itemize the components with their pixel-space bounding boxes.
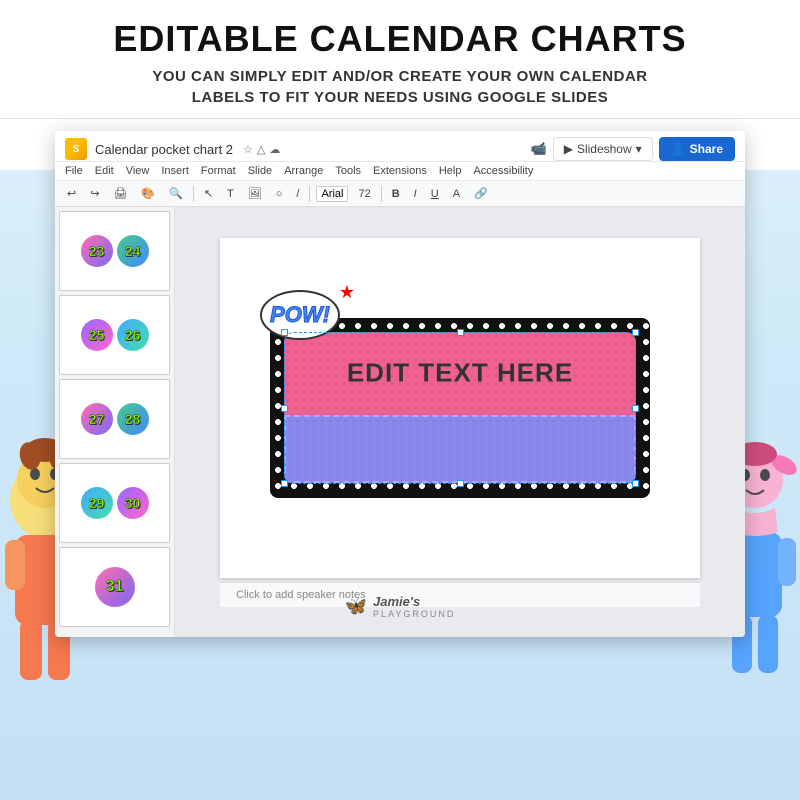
toolbar-image[interactable]: 🖼 <box>244 185 266 202</box>
logo-name: Jamie's <box>373 594 455 609</box>
menu-tools[interactable]: Tools <box>335 165 361 177</box>
menu-arrange[interactable]: Arrange <box>284 165 323 177</box>
circle-24: 24 <box>117 235 149 267</box>
logo-area: 🦋 Jamie's PLAYGROUND <box>345 594 456 619</box>
toolbar-link[interactable]: 🔗 <box>470 185 492 202</box>
circle-27: 27 <box>81 403 113 435</box>
circle-26: 26 <box>117 319 149 351</box>
drive-icon: △ <box>257 143 265 156</box>
card-bottom-half <box>284 415 636 483</box>
circles-4: 29 30 <box>81 487 149 519</box>
toolbar-italic[interactable]: I <box>410 186 421 202</box>
slideshow-label: Slideshow <box>577 142 632 156</box>
meet-icon[interactable]: 📹 <box>531 141 547 157</box>
slide-thumb-4[interactable]: 64 29 30 <box>59 463 170 543</box>
toolbar-bold[interactable]: B <box>388 186 404 202</box>
sep3 <box>381 186 382 202</box>
circle-30: 30 <box>117 487 149 519</box>
slide-thumb-2[interactable]: 62 25 26 <box>59 295 170 375</box>
share-button[interactable]: 👤 Share <box>659 137 735 161</box>
toolbar-underline[interactable]: U <box>427 186 443 202</box>
main-title: EDITABLE CALENDAR CHARTS <box>20 18 780 60</box>
doc-title: Calendar pocket chart 2 <box>95 142 233 157</box>
subtitle-line2: LABELS TO FIT YOUR NEEDS USING GOOGLE SL… <box>192 89 609 106</box>
menu-help[interactable]: Help <box>439 165 462 177</box>
sep2 <box>309 186 310 202</box>
circle-25: 25 <box>81 319 113 351</box>
label-card[interactable]: EDIT TEXT HERE <box>270 318 650 498</box>
butterfly-icon: 🦋 <box>345 596 367 617</box>
slide-thumb-3[interactable]: 63 27 28 <box>59 379 170 459</box>
menu-accessibility[interactable]: Accessibility <box>473 165 533 177</box>
speaker-notes[interactable]: Click to add speaker notes <box>220 582 700 607</box>
slides-menubar: File Edit View Insert Format Slide Arran… <box>55 162 745 181</box>
content-area: EDITABLE CALENDAR CHARTS YOU CAN SIMPLY … <box>0 0 800 637</box>
slides-titlebar: S Calendar pocket chart 2 ☆ △ ☁ 📹 ▶ Slid… <box>55 131 745 162</box>
circle-23: 23 <box>81 235 113 267</box>
slide-canvas: EDIT TEXT HERE <box>220 238 700 578</box>
subtitle: YOU CAN SIMPLY EDIT AND/OR CREATE YOUR O… <box>20 66 780 108</box>
card-inner: EDIT TEXT HERE <box>284 332 636 484</box>
menu-slide[interactable]: Slide <box>248 165 272 177</box>
edit-text-label: EDIT TEXT HERE <box>347 358 573 389</box>
page-wrapper: EDITABLE CALENDAR CHARTS YOU CAN SIMPLY … <box>0 0 800 800</box>
header: EDITABLE CALENDAR CHARTS YOU CAN SIMPLY … <box>0 0 800 119</box>
circles-5: 31 <box>95 567 135 607</box>
toolbar-zoom[interactable]: 🔍 <box>165 185 187 202</box>
star-icon: ☆ <box>243 143 253 156</box>
circle-28: 28 <box>117 403 149 435</box>
toolbar-textbox[interactable]: T <box>223 186 238 202</box>
circles-3: 27 28 <box>81 403 149 435</box>
toolbar-paint[interactable]: 🎨 <box>137 185 159 202</box>
circle-31: 31 <box>95 567 135 607</box>
slideshow-button[interactable]: ▶ Slideshow ▾ <box>553 137 653 161</box>
menu-format[interactable]: Format <box>201 165 236 177</box>
pow-bubble: POW! ★ <box>260 290 350 350</box>
circles-2: 25 26 <box>81 319 149 351</box>
menu-extensions[interactable]: Extensions <box>373 165 427 177</box>
pow-text: POW! <box>270 302 330 328</box>
menu-file[interactable]: File <box>65 165 83 177</box>
slide-thumb-1[interactable]: 61 23 24 <box>59 211 170 291</box>
slides-toolbar: ↩ ↪ 🖨 🎨 🔍 ↖ T 🖼 ○ / Arial 72 B I U A 🔗 <box>55 181 745 207</box>
sep1 <box>193 186 194 202</box>
slide-canvas-area: EDIT TEXT HERE <box>175 207 745 637</box>
toolbar-cursor[interactable]: ↖ <box>200 185 217 202</box>
menu-edit[interactable]: Edit <box>95 165 114 177</box>
slideshow-chevron: ▾ <box>636 142 642 156</box>
menu-insert[interactable]: Insert <box>161 165 189 177</box>
circles-1: 23 24 <box>81 235 149 267</box>
slides-mockup: S Calendar pocket chart 2 ☆ △ ☁ 📹 ▶ Slid… <box>55 131 745 637</box>
toolbar-shape[interactable]: ○ <box>272 186 287 202</box>
slides-main: 61 23 24 62 25 26 63 <box>55 207 745 637</box>
slide-thumb-5[interactable]: 65 31 <box>59 547 170 627</box>
pow-cloud: POW! <box>260 290 340 340</box>
menu-view[interactable]: View <box>126 165 150 177</box>
subtitle-line1: YOU CAN SIMPLY EDIT AND/OR CREATE YOUR O… <box>152 68 647 85</box>
slides-panel[interactable]: 61 23 24 62 25 26 63 <box>55 207 175 637</box>
share-label: Share <box>690 142 723 156</box>
header-right: 📹 ▶ Slideshow ▾ 👤 Share <box>531 137 735 161</box>
share-icon: 👤 <box>671 142 686 156</box>
toolbar-redo[interactable]: ↪ <box>86 185 103 202</box>
toolbar-line[interactable]: / <box>292 186 303 202</box>
title-icons: ☆ △ ☁ <box>243 143 280 156</box>
toolbar-print[interactable]: 🖨 <box>109 185 131 202</box>
logo-sub: PLAYGROUND <box>373 609 455 619</box>
toolbar-text-color[interactable]: A <box>449 186 464 202</box>
slideshow-icon: ▶ <box>564 142 573 156</box>
cloud-icon: ☁ <box>269 143 280 156</box>
font-selector[interactable]: Arial <box>316 186 348 202</box>
font-size[interactable]: 72 <box>354 186 374 202</box>
pow-star: ★ <box>339 282 355 303</box>
toolbar-undo[interactable]: ↩ <box>63 185 80 202</box>
slides-app-icon: S <box>65 138 87 160</box>
circle-29: 29 <box>81 487 113 519</box>
